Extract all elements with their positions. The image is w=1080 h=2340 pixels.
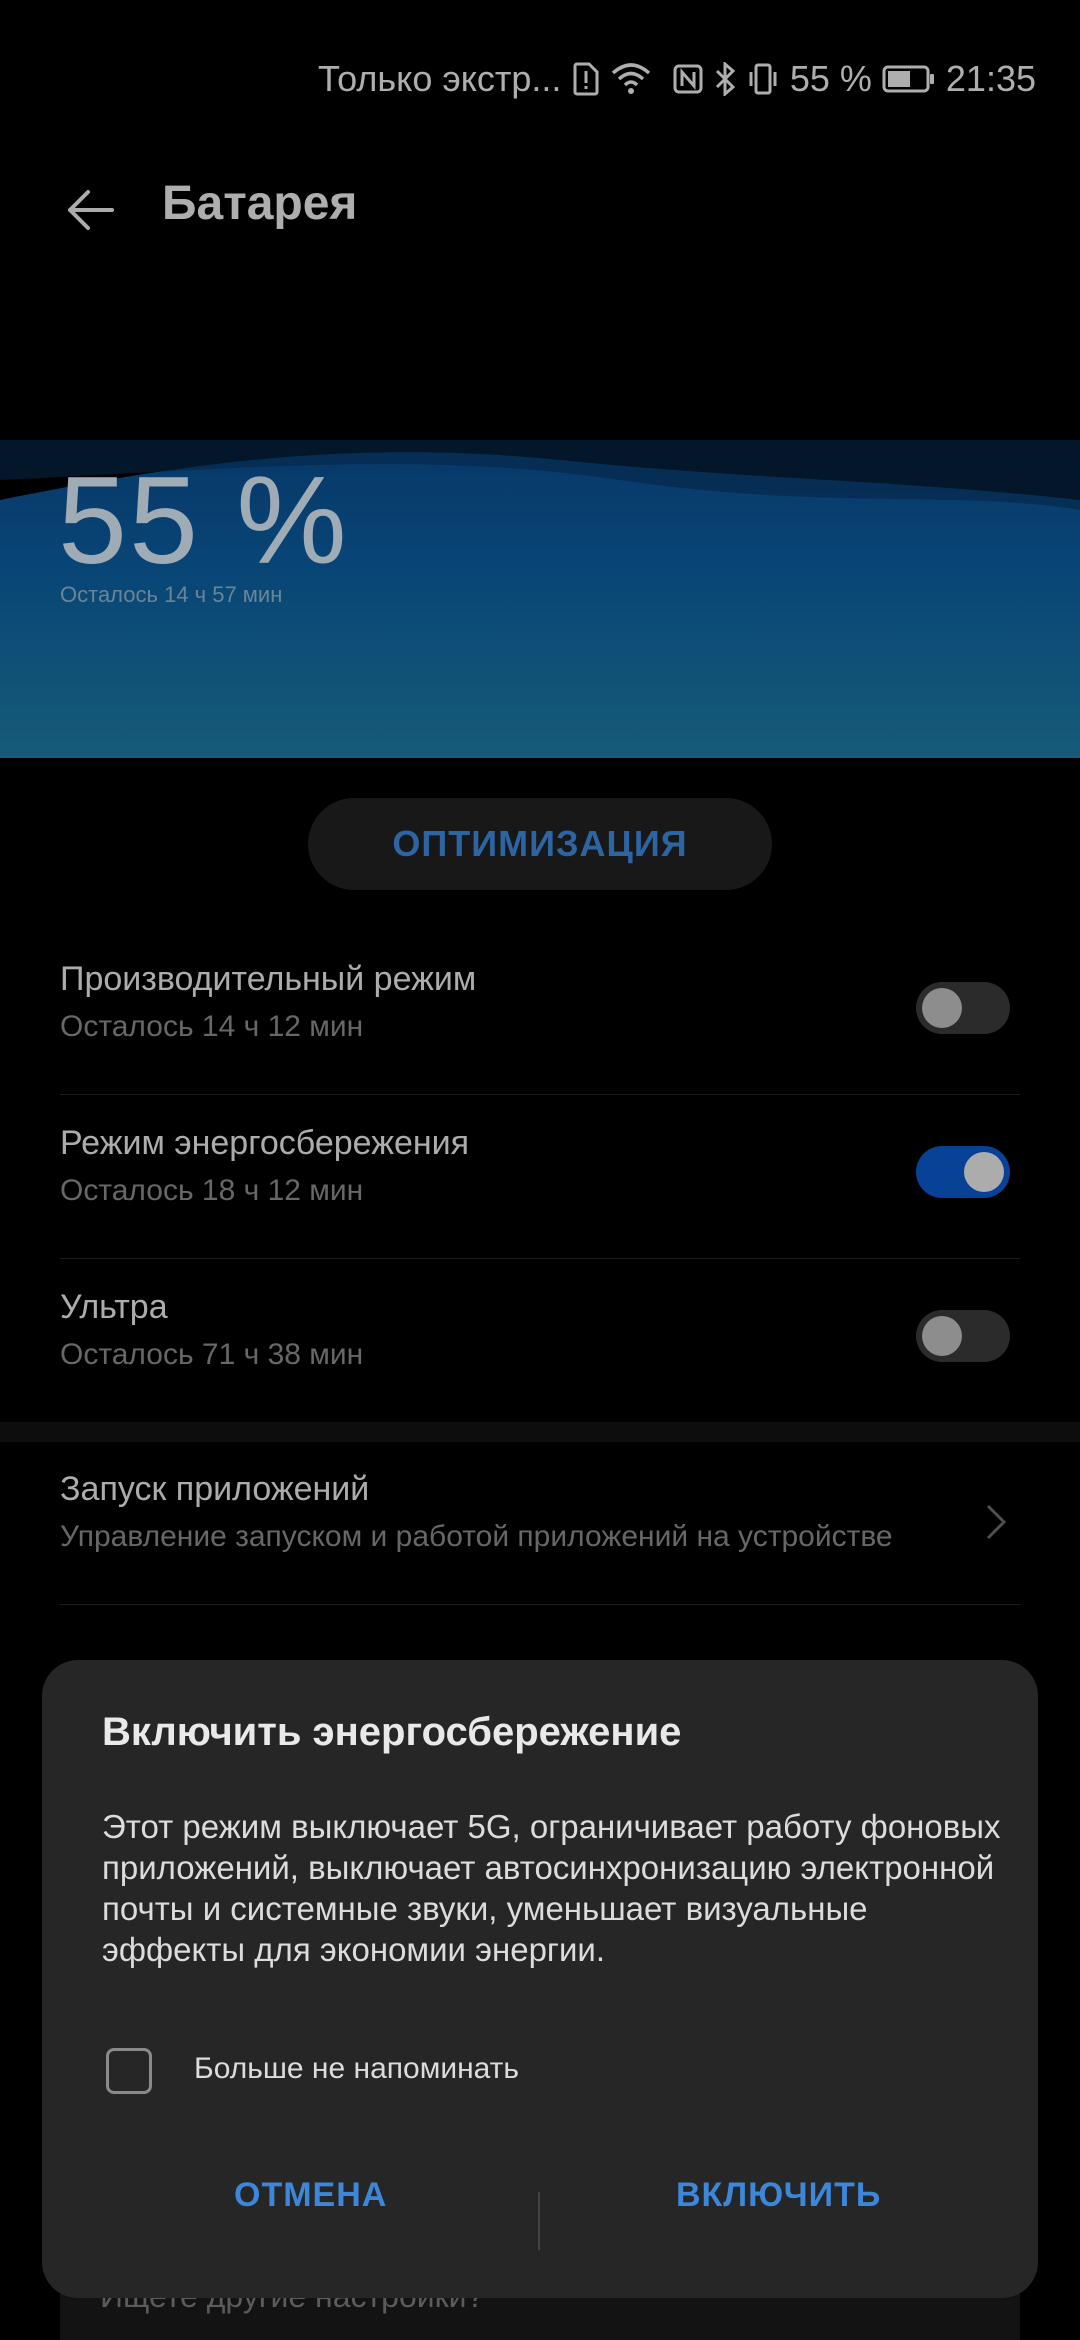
dialog-body: Этот режим выключает 5G, ограничивает ра…: [102, 1808, 1001, 1968]
dont-remind-checkbox[interactable]: [106, 2048, 152, 2094]
enable-button[interactable]: ВКЛЮЧИТЬ: [676, 2176, 881, 2215]
dialog-title: Включить энергосбережение: [102, 1710, 682, 1754]
enable-power-saving-dialog: Включить энергосбережение Этот режим вык…: [42, 1660, 1038, 2298]
dont-remind-label[interactable]: Больше не напоминать: [194, 2052, 519, 2086]
button-separator: [538, 2192, 540, 2250]
cancel-button[interactable]: ОТМЕНА: [234, 2176, 387, 2215]
